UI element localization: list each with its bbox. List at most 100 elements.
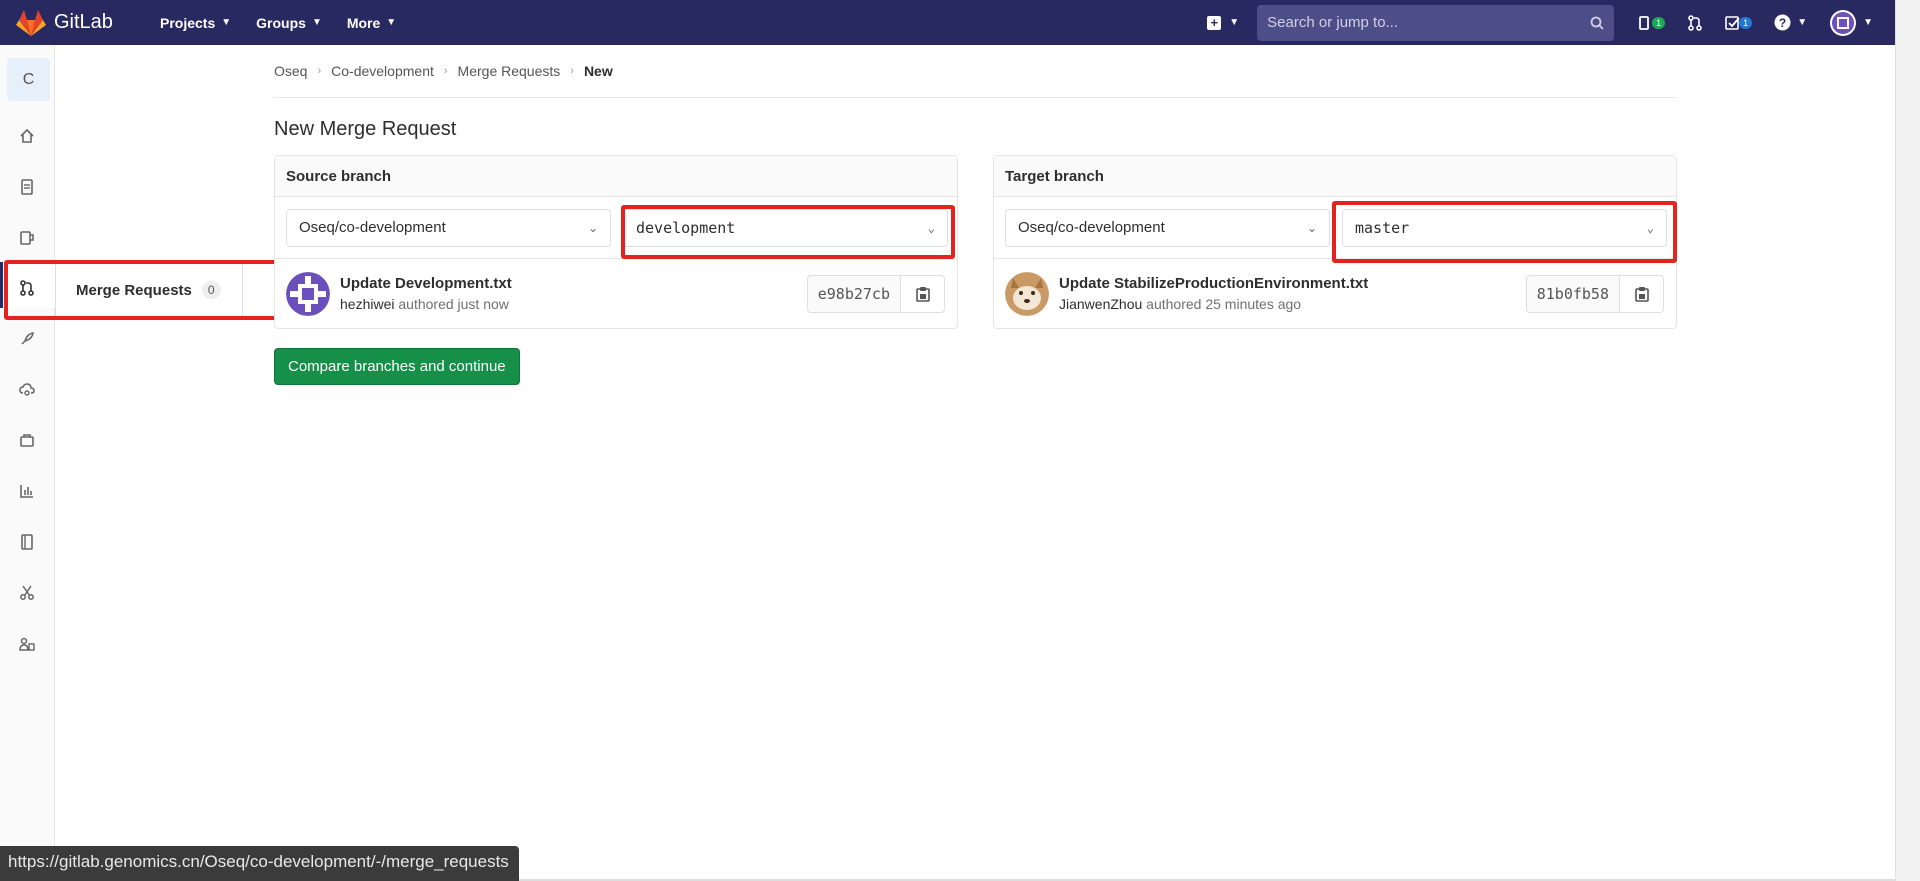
branch-panels: Source branch Oseq/co-development ⌄ deve… (274, 155, 1677, 329)
target-commit-info: Update StabilizeProductionEnvironment.tx… (1059, 275, 1526, 312)
chevron-down-icon: ▼ (1863, 17, 1873, 28)
chevron-down-icon: ▼ (386, 17, 397, 28)
source-branch-value: development (636, 218, 736, 237)
help-dropdown[interactable]: ? ▼ (1774, 14, 1807, 31)
chevron-down-icon: ⌄ (587, 220, 598, 235)
main-content: Oseq › Co-development › Merge Requests ›… (274, 45, 1677, 385)
source-commit-info: Update Development.txt hezhiwei authored… (340, 275, 807, 312)
source-sha-group: e98b27cb (806, 274, 945, 313)
chevron-down-icon: ⌄ (1646, 220, 1654, 235)
operations-cloud-icon[interactable] (18, 381, 36, 399)
packages-icon[interactable] (18, 431, 36, 449)
clipboard-icon (1634, 286, 1649, 302)
source-project-dropdown[interactable]: Oseq/co-development ⌄ (286, 208, 611, 247)
source-copy-sha-button[interactable] (901, 274, 945, 313)
members-icon[interactable] (18, 635, 36, 653)
brand-name: GitLab (54, 11, 113, 33)
breadcrumb: Oseq › Co-development › Merge Requests ›… (274, 45, 1677, 98)
merge-requests-flyout[interactable]: Merge Requests 0 (55, 260, 243, 320)
target-branch-dropdown[interactable]: master ⌄ (1342, 208, 1667, 247)
search-placeholder: Search or jump to... (1267, 14, 1399, 31)
todos-link[interactable]: 1 (1725, 15, 1753, 31)
chevron-right-icon: › (443, 65, 448, 77)
source-project-value: Oseq/co-development (299, 219, 446, 236)
new-dropdown-button[interactable]: + ▼ (1207, 15, 1240, 30)
nav-more[interactable]: More ▼ (347, 15, 396, 31)
source-branch-dropdown[interactable]: development ⌄ (623, 208, 948, 247)
source-branch-panel: Source branch Oseq/co-development ⌄ deve… (274, 155, 958, 329)
merge-requests-icon[interactable] (18, 279, 36, 297)
issues-count-badge: 1 (1652, 16, 1666, 29)
source-commit-meta: hezhiwei authored just now (340, 296, 807, 312)
chevron-down-icon: ▼ (311, 17, 322, 28)
chevron-down-icon: ⌄ (1306, 220, 1317, 235)
flyout-label: Merge Requests (76, 281, 192, 299)
chevron-down-icon: ⌄ (927, 220, 935, 235)
target-commit-author[interactable]: JianwenZhou (1059, 296, 1142, 312)
breadcrumb-oseq[interactable]: Oseq (274, 63, 307, 79)
repository-icon[interactable] (18, 178, 36, 196)
project-avatar[interactable]: C (7, 58, 50, 101)
breadcrumb-merge-requests[interactable]: Merge Requests (458, 63, 561, 79)
jianwenzhou-avatar (1005, 271, 1049, 316)
user-menu[interactable]: ▼ (1829, 9, 1873, 37)
svg-text:?: ? (1779, 16, 1786, 30)
gitlab-logo-icon (16, 9, 46, 36)
project-letter: C (22, 70, 35, 88)
target-commit-message[interactable]: Update StabilizeProductionEnvironment.tx… (1059, 275, 1526, 292)
target-sha-group: 81b0fb58 (1525, 274, 1664, 313)
source-commit-author[interactable]: hezhiwei (340, 296, 394, 312)
source-commit-message[interactable]: Update Development.txt (340, 275, 807, 292)
target-selects: Oseq/co-development ⌄ master ⌄ (994, 197, 1676, 259)
issues-icon[interactable] (18, 229, 36, 247)
help-icon: ? (1774, 14, 1791, 31)
hezhiwei-avatar (286, 271, 330, 316)
chevron-right-icon: › (570, 65, 574, 77)
target-commit: Update StabilizeProductionEnvironment.tx… (994, 259, 1676, 328)
wiki-book-icon[interactable] (18, 533, 36, 551)
nav-groups[interactable]: Groups ▼ (256, 15, 322, 31)
page-scrollbar[interactable] (1895, 0, 1920, 881)
todos-count-badge: 1 (1739, 16, 1753, 29)
merge-requests-link[interactable] (1687, 14, 1703, 31)
merge-requests-count-badge: 0 (201, 281, 221, 299)
target-project-dropdown[interactable]: Oseq/co-development ⌄ (1005, 208, 1330, 247)
page-title: New Merge Request (274, 118, 457, 140)
chevron-down-icon: ▼ (1229, 17, 1240, 28)
breadcrumb-current[interactable]: New (584, 63, 613, 79)
snippets-scissors-icon[interactable] (18, 584, 36, 602)
target-branch-heading: Target branch (994, 156, 1676, 197)
target-branch-panel: Target branch Oseq/co-development ⌄ mast… (993, 155, 1677, 329)
status-bar-url: https://gitlab.genomics.cn/Oseq/co-devel… (0, 846, 519, 881)
target-commit-meta: JianwenZhou authored 25 minutes ago (1059, 296, 1526, 312)
chevron-down-icon: ▼ (1797, 17, 1808, 28)
issues-link[interactable]: 1 (1638, 15, 1666, 31)
source-commit-sha[interactable]: e98b27cb (806, 274, 901, 313)
home-icon[interactable] (18, 127, 36, 145)
user-avatar-icon (1830, 9, 1857, 36)
breadcrumb-co-development[interactable]: Co-development (331, 63, 434, 79)
chevron-right-icon: › (317, 65, 322, 77)
top-navbar: GitLab Projects ▼ Groups ▼ More ▼ + ▼ Se… (0, 0, 1895, 45)
target-branch-value: master (1355, 218, 1410, 237)
merge-request-icon (1688, 14, 1702, 31)
target-copy-sha-button[interactable] (1620, 274, 1664, 313)
search-icon (1590, 16, 1604, 30)
project-sidebar: C (0, 45, 55, 881)
header-icons: 1 1 ? ▼ ▼ (1638, 9, 1895, 37)
analytics-icon[interactable] (18, 482, 36, 500)
nav-projects[interactable]: Projects ▼ (160, 15, 231, 31)
source-commit-authored: authored just now (398, 296, 509, 312)
compare-branches-button[interactable]: Compare branches and continue (274, 348, 520, 385)
nav-projects-label: Projects (160, 14, 216, 31)
nav-more-label: More (346, 14, 381, 31)
target-commit-sha[interactable]: 81b0fb58 (1525, 274, 1620, 313)
source-commit: Update Development.txt hezhiwei authored… (275, 259, 957, 328)
ci-cd-rocket-icon[interactable] (18, 330, 36, 348)
target-project-value: Oseq/co-development (1018, 219, 1165, 236)
search-input[interactable]: Search or jump to... (1257, 4, 1615, 41)
source-branch-heading: Source branch (275, 156, 957, 197)
gitlab-home-link[interactable]: GitLab (16, 9, 136, 37)
chevron-down-icon: ▼ (221, 17, 232, 28)
clipboard-icon (915, 286, 930, 302)
